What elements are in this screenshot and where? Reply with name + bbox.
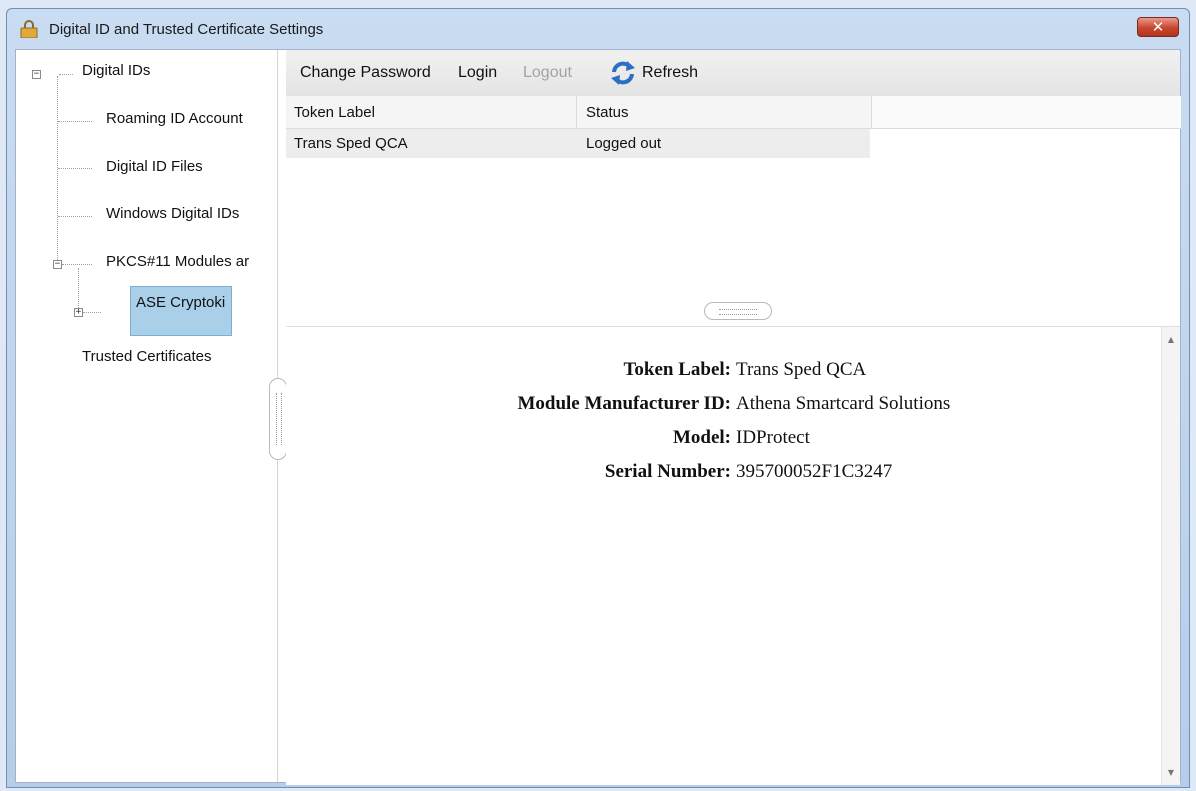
logout-button: Logout <box>523 64 572 81</box>
detail-label: Token Label: <box>623 359 731 380</box>
tree-item-roaming-id-account[interactable]: Roaming ID Account <box>106 110 274 127</box>
lock-icon <box>20 20 38 38</box>
splitter-grip <box>276 393 282 445</box>
window: Digital ID and Trusted Certificate Setti… <box>6 8 1190 788</box>
toolbar: Change Password Login Logout Refresh <box>286 50 1180 97</box>
detail-label: Module Manufacturer ID: <box>517 393 731 414</box>
close-icon: ✕ <box>1151 18 1165 36</box>
table-row[interactable]: Trans Sped QCA Logged out <box>286 129 870 158</box>
detail-label: Model: <box>672 427 731 448</box>
tree-item-digital-id-files[interactable]: Digital ID Files <box>106 158 203 175</box>
tree-item-ase-cryptoki[interactable]: ASE Cryptoki <box>136 294 230 311</box>
detail-value-serial: 395700052F1C3247 <box>736 461 893 482</box>
detail-row-token-label: Token Label: <box>286 359 731 383</box>
column-divider[interactable] <box>576 96 577 128</box>
tree-connector <box>78 268 79 312</box>
client-area: − Digital IDs Roaming ID Account Digital… <box>15 49 1181 785</box>
table-header: Token Label Status <box>286 96 1181 129</box>
column-header-status[interactable]: Status <box>586 104 629 121</box>
scroll-up-icon[interactable]: ▲ <box>1162 335 1180 344</box>
vertical-splitter-handle[interactable] <box>269 378 287 460</box>
tree-connector <box>58 216 92 217</box>
scroll-down-icon[interactable]: ▼ <box>1162 768 1180 777</box>
expand-ase-cryptoki-toggle[interactable]: + <box>74 308 83 317</box>
token-table: Token Label Status Trans Sped QCA Logged… <box>286 96 1181 306</box>
close-button[interactable]: ✕ <box>1137 17 1179 37</box>
details-scrollbar[interactable]: ▲ ▼ <box>1161 327 1180 785</box>
detail-value-token-label: Trans Sped QCA <box>736 359 867 380</box>
header-filler <box>871 96 1181 129</box>
login-button[interactable]: Login <box>458 64 497 82</box>
detail-row-manufacturer: Module Manufacturer ID: <box>286 393 731 417</box>
detail-row-serial: Serial Number: <box>286 461 731 485</box>
splitter-grip <box>719 309 757 315</box>
tree-connector <box>57 76 58 268</box>
tree-panel: − Digital IDs Roaming ID Account Digital… <box>16 50 278 782</box>
refresh-icon[interactable] <box>609 59 637 87</box>
token-details-panel: Token Label: Trans Sped QCA Module Manuf… <box>286 326 1180 785</box>
tree-item-pkcs11-modules[interactable]: PKCS#11 Modules ar <box>106 253 276 270</box>
cell-status: Logged out <box>586 135 662 152</box>
tree-connector <box>58 121 92 122</box>
column-header-token-label[interactable]: Token Label <box>294 104 375 121</box>
detail-value-manufacturer: Athena Smartcard Solutions <box>736 393 951 414</box>
horizontal-splitter-handle[interactable] <box>704 302 772 320</box>
window-title: Digital ID and Trusted Certificate Setti… <box>49 21 324 38</box>
change-password-button[interactable]: Change Password <box>300 64 431 82</box>
tree-connector <box>83 312 101 313</box>
refresh-button[interactable]: Refresh <box>642 64 698 82</box>
tree-item-windows-digital-ids[interactable]: Windows Digital IDs <box>106 205 274 222</box>
detail-label: Serial Number: <box>604 461 731 482</box>
tree-connector <box>62 264 92 265</box>
title-bar: Digital ID and Trusted Certificate Setti… <box>7 9 1189 49</box>
tree-item-trusted-certificates[interactable]: Trusted Certificates <box>82 348 212 365</box>
cell-token-label: Trans Sped QCA <box>294 135 408 152</box>
tree-item-digital-ids[interactable]: Digital IDs <box>82 62 150 79</box>
detail-value-model: IDProtect <box>736 427 810 448</box>
tree-connector <box>59 74 73 75</box>
tree-connector <box>58 168 92 169</box>
detail-row-model: Model: <box>286 427 731 451</box>
collapse-digital-ids-toggle[interactable]: − <box>32 70 41 79</box>
right-pane: Change Password Login Logout Refresh Tok… <box>286 50 1181 785</box>
collapse-pkcs-toggle[interactable]: − <box>53 260 62 269</box>
